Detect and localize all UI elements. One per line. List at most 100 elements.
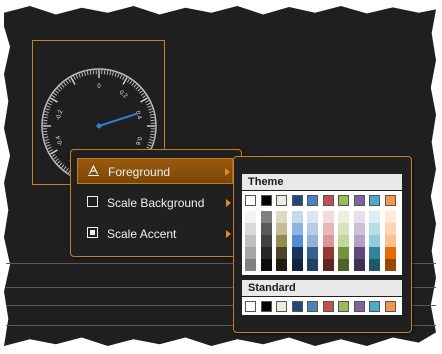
theme-shade-swatch[interactable] <box>260 247 272 259</box>
theme-shade-swatch[interactable] <box>338 211 349 223</box>
theme-shade-swatch[interactable] <box>307 211 318 223</box>
gauge-tick <box>46 144 51 147</box>
standard-color-swatch[interactable] <box>369 301 380 312</box>
theme-shade-swatch[interactable] <box>245 235 256 247</box>
theme-shade-swatch[interactable] <box>307 223 318 235</box>
theme-shade-swatch[interactable] <box>338 247 349 259</box>
standard-color-swatch[interactable] <box>276 301 287 312</box>
theme-shade-swatch[interactable] <box>353 235 365 247</box>
theme-shade-swatch[interactable] <box>291 235 303 247</box>
theme-color-swatch[interactable] <box>307 195 318 206</box>
gauge-tick <box>44 111 49 113</box>
gauge-tick <box>73 75 76 80</box>
gauge-tick <box>78 73 81 78</box>
theme-color-swatch[interactable] <box>291 195 303 206</box>
theme-shade-swatch[interactable] <box>276 247 287 259</box>
theme-shade-swatch[interactable] <box>322 235 334 247</box>
gauge-tick <box>114 72 117 77</box>
gauge-tick <box>145 100 150 103</box>
standard-color-swatch[interactable] <box>245 301 256 312</box>
theme-color-swatch[interactable] <box>338 195 349 206</box>
theme-shade-swatch[interactable] <box>369 211 380 223</box>
theme-shade-swatch[interactable] <box>276 211 287 223</box>
theme-shade-swatch[interactable] <box>260 223 272 235</box>
theme-shade-swatch[interactable] <box>307 247 318 259</box>
theme-shade-swatch[interactable] <box>291 247 303 259</box>
theme-color-swatch[interactable] <box>245 195 256 206</box>
standard-color-swatch[interactable] <box>307 301 318 312</box>
theme-shade-swatch[interactable] <box>384 247 396 259</box>
theme-shade-swatch[interactable] <box>369 259 380 271</box>
gauge-tick <box>43 133 48 136</box>
menu-item-scale-background[interactable]: Scale Background <box>77 190 233 216</box>
theme-shade-swatch[interactable] <box>291 223 303 235</box>
submenu-arrow-icon <box>226 199 231 207</box>
standard-color-swatch[interactable] <box>338 301 349 312</box>
color-palette-submenu: Theme Standard <box>233 156 412 333</box>
theme-shade-swatch[interactable] <box>276 223 287 235</box>
gauge-tick <box>61 164 65 168</box>
theme-color-swatch[interactable] <box>369 195 380 206</box>
menu-item-scale-accent[interactable]: Scale Accent <box>77 221 233 247</box>
menu-item-foreground[interactable]: Foreground <box>77 158 233 184</box>
gauge-tick <box>150 116 155 119</box>
theme-shade-swatch[interactable] <box>353 223 365 235</box>
gauge-needle <box>98 112 138 127</box>
theme-shade-swatch[interactable] <box>245 211 256 223</box>
gauge-tick <box>44 113 49 116</box>
gauge-tick <box>45 108 50 111</box>
gauge-tick <box>75 74 79 79</box>
gauge-tick <box>148 141 153 144</box>
theme-shade-swatch[interactable] <box>307 235 318 247</box>
theme-shade-swatch[interactable] <box>353 211 365 223</box>
theme-shade-swatch[interactable] <box>322 247 334 259</box>
theme-shade-swatch[interactable] <box>322 211 334 223</box>
theme-shade-swatch[interactable] <box>276 259 287 271</box>
theme-shade-swatch[interactable] <box>353 259 365 271</box>
gauge-tick <box>61 84 65 88</box>
theme-shade-swatch[interactable] <box>307 259 318 271</box>
theme-color-swatch[interactable] <box>260 195 272 206</box>
gauge-tick-label: -0.2 <box>56 109 65 121</box>
gauge-tick <box>63 166 67 170</box>
theme-shade-swatch[interactable] <box>245 223 256 235</box>
menu-item-label: Scale Background <box>107 196 205 210</box>
theme-shade-swatch[interactable] <box>260 235 272 247</box>
theme-shade-swatch[interactable] <box>260 211 272 223</box>
theme-shade-swatch[interactable] <box>322 223 334 235</box>
theme-color-swatch[interactable] <box>276 195 287 206</box>
theme-shade-swatch[interactable] <box>384 211 396 223</box>
gauge-tick-label: 0.2 <box>118 90 129 100</box>
standard-color-swatch[interactable] <box>291 301 303 312</box>
theme-shade-swatch[interactable] <box>369 247 380 259</box>
theme-shade-swatch[interactable] <box>260 259 272 271</box>
theme-shade-swatch[interactable] <box>276 235 287 247</box>
theme-shade-swatch[interactable] <box>384 259 396 271</box>
theme-color-swatch[interactable] <box>353 195 365 206</box>
theme-shade-swatch[interactable] <box>384 235 396 247</box>
gauge-tick <box>149 113 154 116</box>
theme-shade-swatch[interactable] <box>369 235 380 247</box>
theme-color-swatch[interactable] <box>322 195 334 206</box>
standard-color-swatch[interactable] <box>353 301 365 312</box>
theme-shade-swatch[interactable] <box>291 259 303 271</box>
theme-shade-swatch[interactable] <box>338 259 349 271</box>
theme-shade-swatch[interactable] <box>338 235 349 247</box>
theme-color-swatch[interactable] <box>384 195 396 206</box>
gauge-tick <box>65 80 69 85</box>
theme-shade-swatch[interactable] <box>245 259 256 271</box>
theme-shade-swatch[interactable] <box>338 223 349 235</box>
standard-color-swatch[interactable] <box>260 301 272 312</box>
standard-color-swatch[interactable] <box>384 301 396 312</box>
theme-shade-swatch[interactable] <box>369 223 380 235</box>
theme-shade-swatch[interactable] <box>384 223 396 235</box>
standard-color-swatch[interactable] <box>322 301 334 312</box>
theme-shade-swatch[interactable] <box>245 247 256 259</box>
theme-shade-swatch[interactable] <box>353 247 365 259</box>
gauge-tick <box>131 82 135 86</box>
gauge-tick <box>51 95 56 99</box>
theme-shade-swatch[interactable] <box>322 259 334 271</box>
gauge-tick <box>68 78 72 83</box>
theme-shade-swatch[interactable] <box>291 211 303 223</box>
gauge-tick <box>148 108 153 111</box>
